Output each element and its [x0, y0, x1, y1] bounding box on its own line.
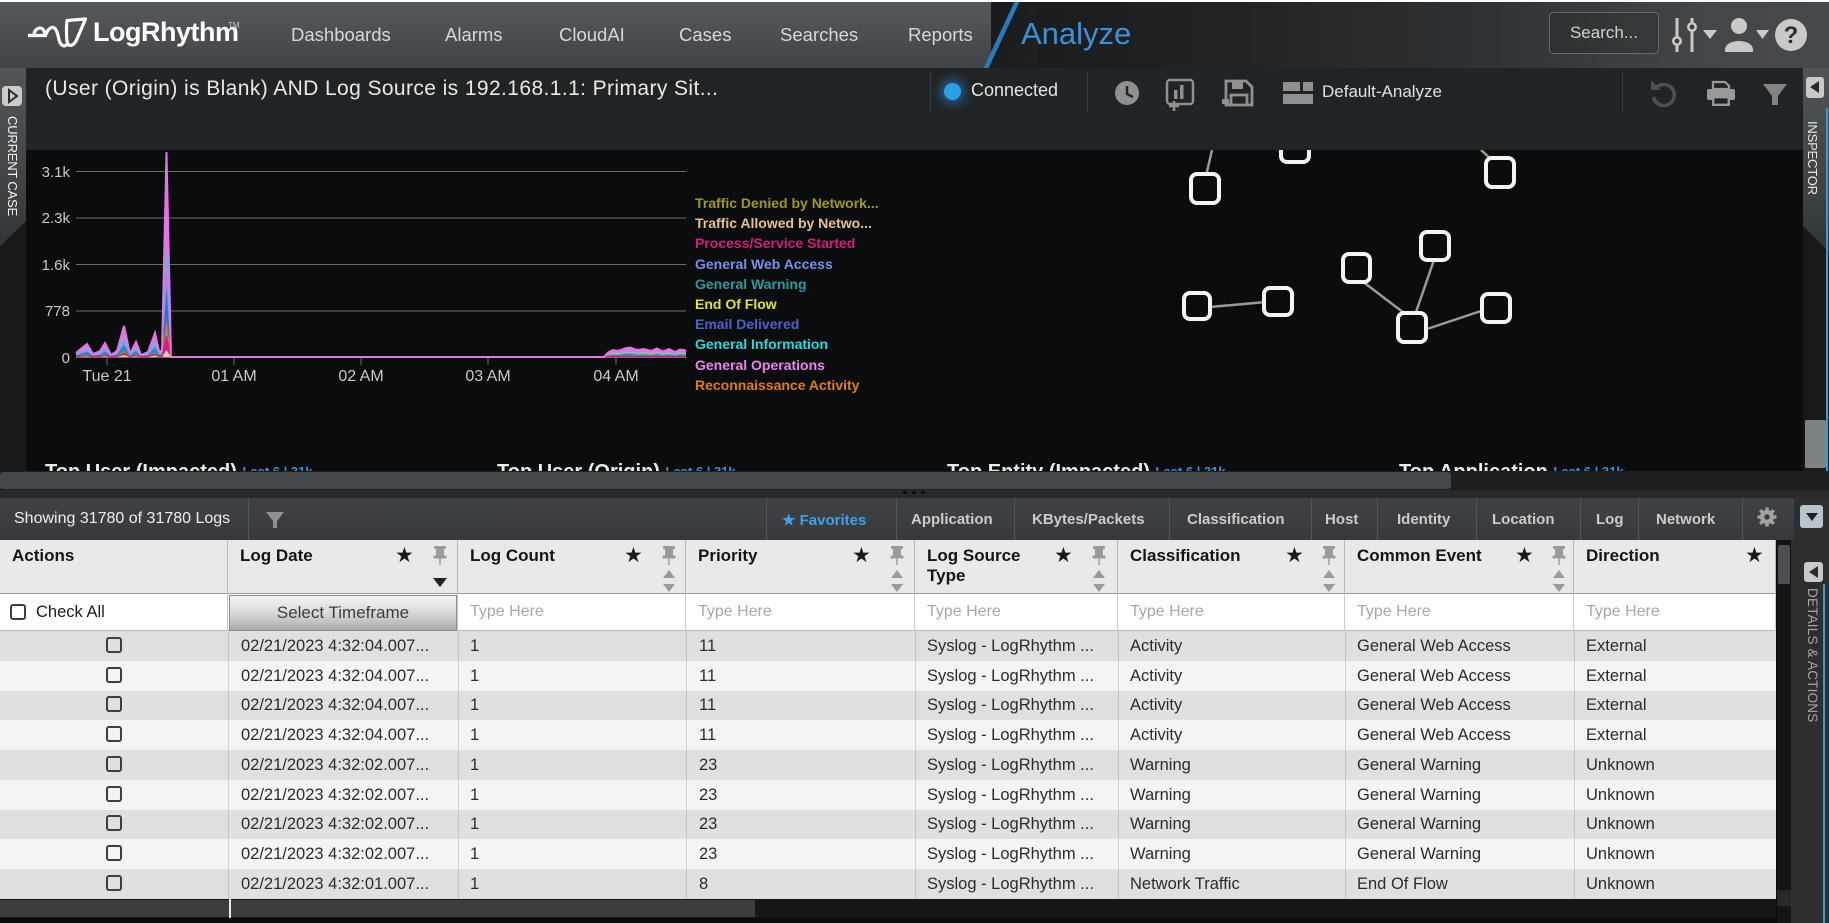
svg-text:3.1k: 3.1k: [42, 164, 71, 181]
svg-text:0: 0: [62, 350, 70, 367]
svg-text:Tue 21: Tue 21: [82, 368, 131, 385]
svg-text:02 AM: 02 AM: [338, 368, 383, 385]
svg-text:01 AM: 01 AM: [211, 368, 256, 385]
svg-text:778: 778: [45, 303, 70, 320]
svg-text:2.3k: 2.3k: [42, 210, 71, 227]
svg-text:1.6k: 1.6k: [42, 257, 71, 274]
svg-text:03 AM: 03 AM: [465, 368, 510, 385]
svg-text:?: ?: [1784, 22, 1799, 49]
svg-text:04 AM: 04 AM: [593, 368, 638, 385]
